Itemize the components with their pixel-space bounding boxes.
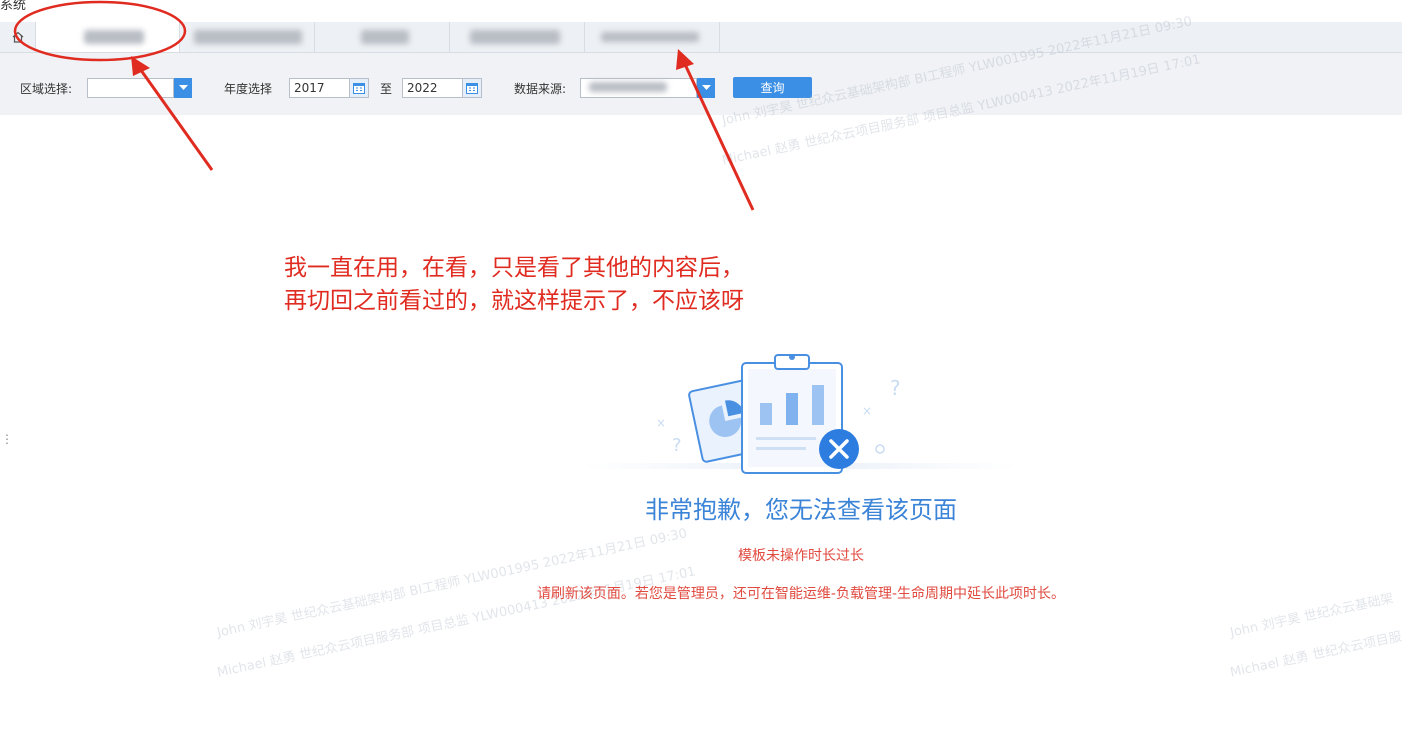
svg-text:?: ? [672, 435, 682, 456]
clipboard-error-illustration: ? ? × × [580, 354, 1020, 474]
error-hint: 请刷新该页面。若您是管理员，还可在智能运维-负载管理-生命周期中延长此项时长。 [536, 586, 1066, 602]
tab-report-3[interactable] [315, 22, 450, 52]
year-from-calendar-button[interactable] [349, 78, 369, 98]
tab-home[interactable] [0, 22, 36, 52]
error-reason: 模板未操作时长过长 [738, 548, 864, 564]
title-bar: 系统 [0, 0, 1402, 22]
year-separator: 至 [380, 82, 393, 96]
annotation-text: 我一直在用，在看，只是看了其他的内容后， 再切回之前看过的，就这样提示了，不应该… [284, 252, 744, 318]
tab-report-5[interactable] [585, 22, 720, 52]
side-handle-icon[interactable]: ⋮ [1, 432, 13, 446]
app-title: 系统 [0, 0, 27, 13]
chevron-down-icon [178, 85, 188, 90]
source-select[interactable] [580, 78, 697, 98]
svg-text:?: ? [890, 376, 901, 400]
calendar-icon [466, 83, 478, 94]
year-from-input[interactable]: 2017 [289, 78, 350, 98]
year-to-input[interactable]: 2022 [402, 78, 463, 98]
source-label: 数据来源: [514, 82, 567, 96]
tab-report-1[interactable] [36, 22, 180, 52]
calendar-icon [353, 83, 365, 94]
region-label: 区域选择: [20, 82, 73, 96]
tab-report-2[interactable] [180, 22, 315, 52]
svg-text:×: × [656, 416, 666, 430]
annotation-line-2: 再切回之前看过的，就这样提示了，不应该呀 [284, 288, 744, 314]
source-dropdown-button[interactable] [697, 78, 715, 98]
home-icon [12, 31, 23, 43]
chevron-down-icon [701, 85, 711, 90]
year-label: 年度选择 [224, 82, 273, 96]
annotation-line-1: 我一直在用，在看，只是看了其他的内容后， [284, 255, 744, 281]
year-to-calendar-button[interactable] [462, 78, 482, 98]
svg-text:×: × [862, 404, 872, 418]
tab-report-4[interactable] [450, 22, 585, 52]
region-dropdown-button[interactable] [174, 78, 192, 98]
error-title: 非常抱歉，您无法查看该页面 [645, 496, 957, 524]
region-select[interactable] [87, 78, 174, 98]
